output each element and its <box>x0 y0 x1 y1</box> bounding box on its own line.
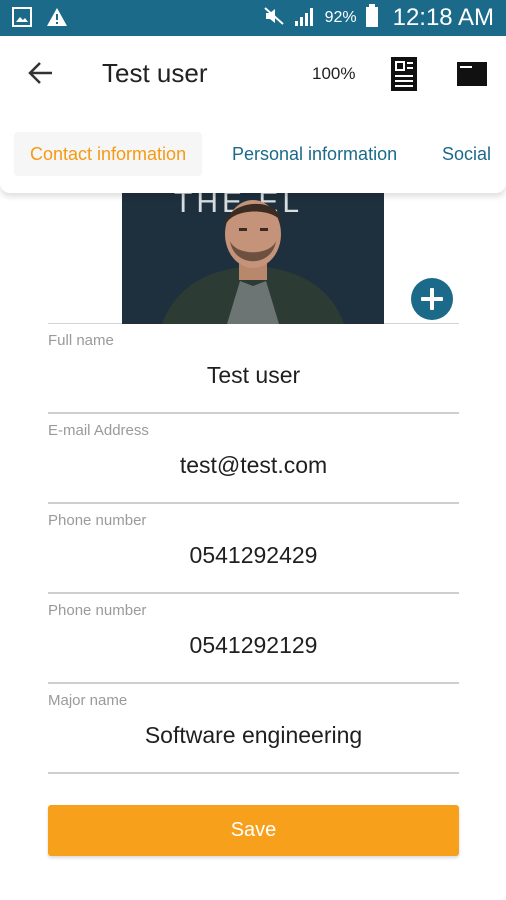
tab-personal-information[interactable]: Personal information <box>232 132 397 176</box>
email-label: E-mail Address <box>48 422 149 439</box>
phone-number-field-2: Phone number 0541292129 <box>48 594 459 684</box>
phone-number-input-2[interactable]: 0541292129 <box>48 632 459 659</box>
phone-number-input-1[interactable]: 0541292429 <box>48 542 459 569</box>
profile-photo: THE EL <box>122 186 384 324</box>
full-name-field: Full name Test user <box>48 324 459 414</box>
tab-bar: Contact information Personal information… <box>0 115 506 193</box>
image-icon <box>12 7 32 32</box>
major-name-field: Major name Software engineering <box>48 684 459 774</box>
email-input[interactable]: test@test.com <box>48 452 459 479</box>
battery-percent: 92% <box>324 9 357 26</box>
save-button[interactable]: Save <box>48 805 459 856</box>
profile-photo-image: THE EL <box>122 186 384 324</box>
tab-contact-information[interactable]: Contact information <box>14 132 203 176</box>
tab-social[interactable]: Social <box>442 132 491 176</box>
back-arrow-icon[interactable] <box>24 56 58 90</box>
card-icon[interactable] <box>456 61 488 92</box>
phone-number-label-1: Phone number <box>48 512 147 529</box>
plus-icon <box>411 278 453 320</box>
phone-number-label-2: Phone number <box>48 602 147 619</box>
field-underline <box>48 772 459 774</box>
status-bar: 92% 12:18 AM <box>0 0 506 36</box>
warning-icon <box>46 7 68 32</box>
zoom-level[interactable]: 100% <box>312 64 355 84</box>
page-title: Test user <box>102 58 208 88</box>
document-icon[interactable] <box>390 56 418 97</box>
email-field: E-mail Address test@test.com <box>48 414 459 504</box>
major-name-label: Major name <box>48 692 128 709</box>
battery-icon <box>365 4 379 32</box>
full-name-label: Full name <box>48 332 114 349</box>
phone-number-field-1: Phone number 0541292429 <box>48 504 459 594</box>
full-name-input[interactable]: Test user <box>48 362 459 389</box>
mute-icon <box>263 5 285 31</box>
major-name-input[interactable]: Software engineering <box>48 722 459 749</box>
add-photo-button[interactable] <box>411 278 453 320</box>
signal-icon <box>293 5 317 31</box>
clock: 12:18 AM <box>392 4 494 31</box>
app-bar: Test user 100% <box>0 36 506 114</box>
